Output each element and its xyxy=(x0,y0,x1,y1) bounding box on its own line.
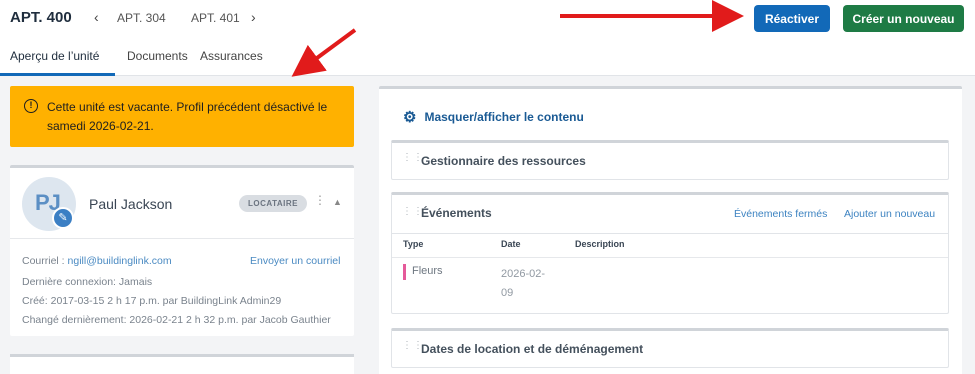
chevron-left-icon[interactable]: ‹ xyxy=(94,9,99,25)
resident-card: PJ ✎ Paul Jackson LOCATAIRE ⋮ ▲ Courriel… xyxy=(10,165,354,336)
resources-section: ⋮⋮ Gestionnaire des ressources xyxy=(391,140,949,180)
last-login-value: Jamais xyxy=(118,276,153,288)
reactivate-button[interactable]: Réactiver xyxy=(754,5,830,32)
resources-title[interactable]: Gestionnaire des ressources xyxy=(421,154,586,168)
event-date: 2026-02-09 xyxy=(501,268,546,299)
tab-bar: Aperçu de l’unité Documents Assurances xyxy=(0,40,975,76)
divider xyxy=(392,257,948,258)
add-event-link[interactable]: Ajouter un nouveau xyxy=(844,208,935,220)
modified-line: Changé dernièrement: 2026-02-21 2 h 32 p… xyxy=(22,314,331,326)
divider xyxy=(392,233,948,234)
page-title: APT. 400 xyxy=(10,9,72,26)
create-new-button[interactable]: Créer un nouveau xyxy=(843,5,964,32)
column-header-description: Description xyxy=(575,239,625,249)
chevron-right-icon[interactable]: › xyxy=(251,9,256,25)
tenant-badge: LOCATAIRE xyxy=(239,195,307,212)
exclamation-icon: ! xyxy=(24,99,38,113)
created-label: Créé: xyxy=(22,295,48,307)
modified-value: 2026-02-21 2 h 32 p.m. par Jacob Gauthie… xyxy=(129,314,331,326)
alert-text: Cette unité est vacante. Profil précéden… xyxy=(47,100,328,133)
toggle-content-button[interactable]: ⚙ Masquer/afficher le contenu xyxy=(403,108,584,126)
gear-icon: ⚙ xyxy=(403,109,417,126)
drag-handle-icon[interactable]: ⋮⋮ xyxy=(402,153,423,168)
drag-handle-icon[interactable]: ⋮⋮ xyxy=(402,207,423,222)
email-line: Courriel : ngill@buildinglink.com xyxy=(22,255,172,267)
email-link[interactable]: ngill@buildinglink.com xyxy=(68,255,172,267)
events-section: ⋮⋮ Événements Événements fermés Ajouter … xyxy=(391,192,949,314)
lease-dates-section: ⋮⋮ Dates de location et de déménagement xyxy=(391,328,949,368)
more-options-icon[interactable]: ⋮ xyxy=(314,193,326,207)
events-title[interactable]: Événements xyxy=(421,206,492,220)
toggle-content-label: Masquer/afficher le contenu xyxy=(424,110,584,124)
unit-details-panel: ⚙ Masquer/afficher le contenu ⋮⋮ Gestion… xyxy=(379,86,962,374)
resident-card-partial xyxy=(10,354,354,374)
last-login-label: Dernière connexion: xyxy=(22,276,116,288)
prev-apt-link[interactable]: APT. 304 xyxy=(117,11,166,25)
tab-unit-overview[interactable]: Aperçu de l’unité xyxy=(10,49,99,63)
avatar[interactable]: PJ ✎ xyxy=(22,177,76,231)
event-type[interactable]: Fleurs xyxy=(412,265,443,277)
drag-handle-icon[interactable]: ⋮⋮ xyxy=(402,341,423,356)
column-header-type: Type xyxy=(403,239,424,249)
column-header-date: Date xyxy=(501,239,521,249)
next-apt-link[interactable]: APT. 401 xyxy=(191,11,240,25)
resident-name[interactable]: Paul Jackson xyxy=(89,196,172,212)
tab-documents[interactable]: Documents xyxy=(127,49,188,63)
top-bar: APT. 400 ‹ APT. 304 APT. 401 › Réactiver… xyxy=(0,0,975,38)
modified-label: Changé dernièrement: xyxy=(22,314,127,326)
send-email-link[interactable]: Envoyer un courriel xyxy=(250,255,340,267)
closed-events-link[interactable]: Événements fermés xyxy=(734,208,827,220)
tab-insurance[interactable]: Assurances xyxy=(200,49,263,63)
main-content: ! Cette unité est vacante. Profil précéd… xyxy=(0,76,975,374)
vacancy-alert: ! Cette unité est vacante. Profil précéd… xyxy=(10,86,354,147)
created-value: 2017-03-15 2 h 17 p.m. par BuildingLink … xyxy=(50,295,282,307)
email-label: Courriel : xyxy=(22,255,65,267)
divider xyxy=(10,238,354,239)
created-line: Créé: 2017-03-15 2 h 17 p.m. par Buildin… xyxy=(22,295,281,307)
lease-dates-title[interactable]: Dates de location et de déménagement xyxy=(421,342,643,356)
last-login-line: Dernière connexion: Jamais xyxy=(22,276,152,288)
event-color-marker xyxy=(403,264,406,280)
pencil-icon[interactable]: ✎ xyxy=(52,207,74,229)
chevron-up-icon[interactable]: ▲ xyxy=(333,197,342,207)
